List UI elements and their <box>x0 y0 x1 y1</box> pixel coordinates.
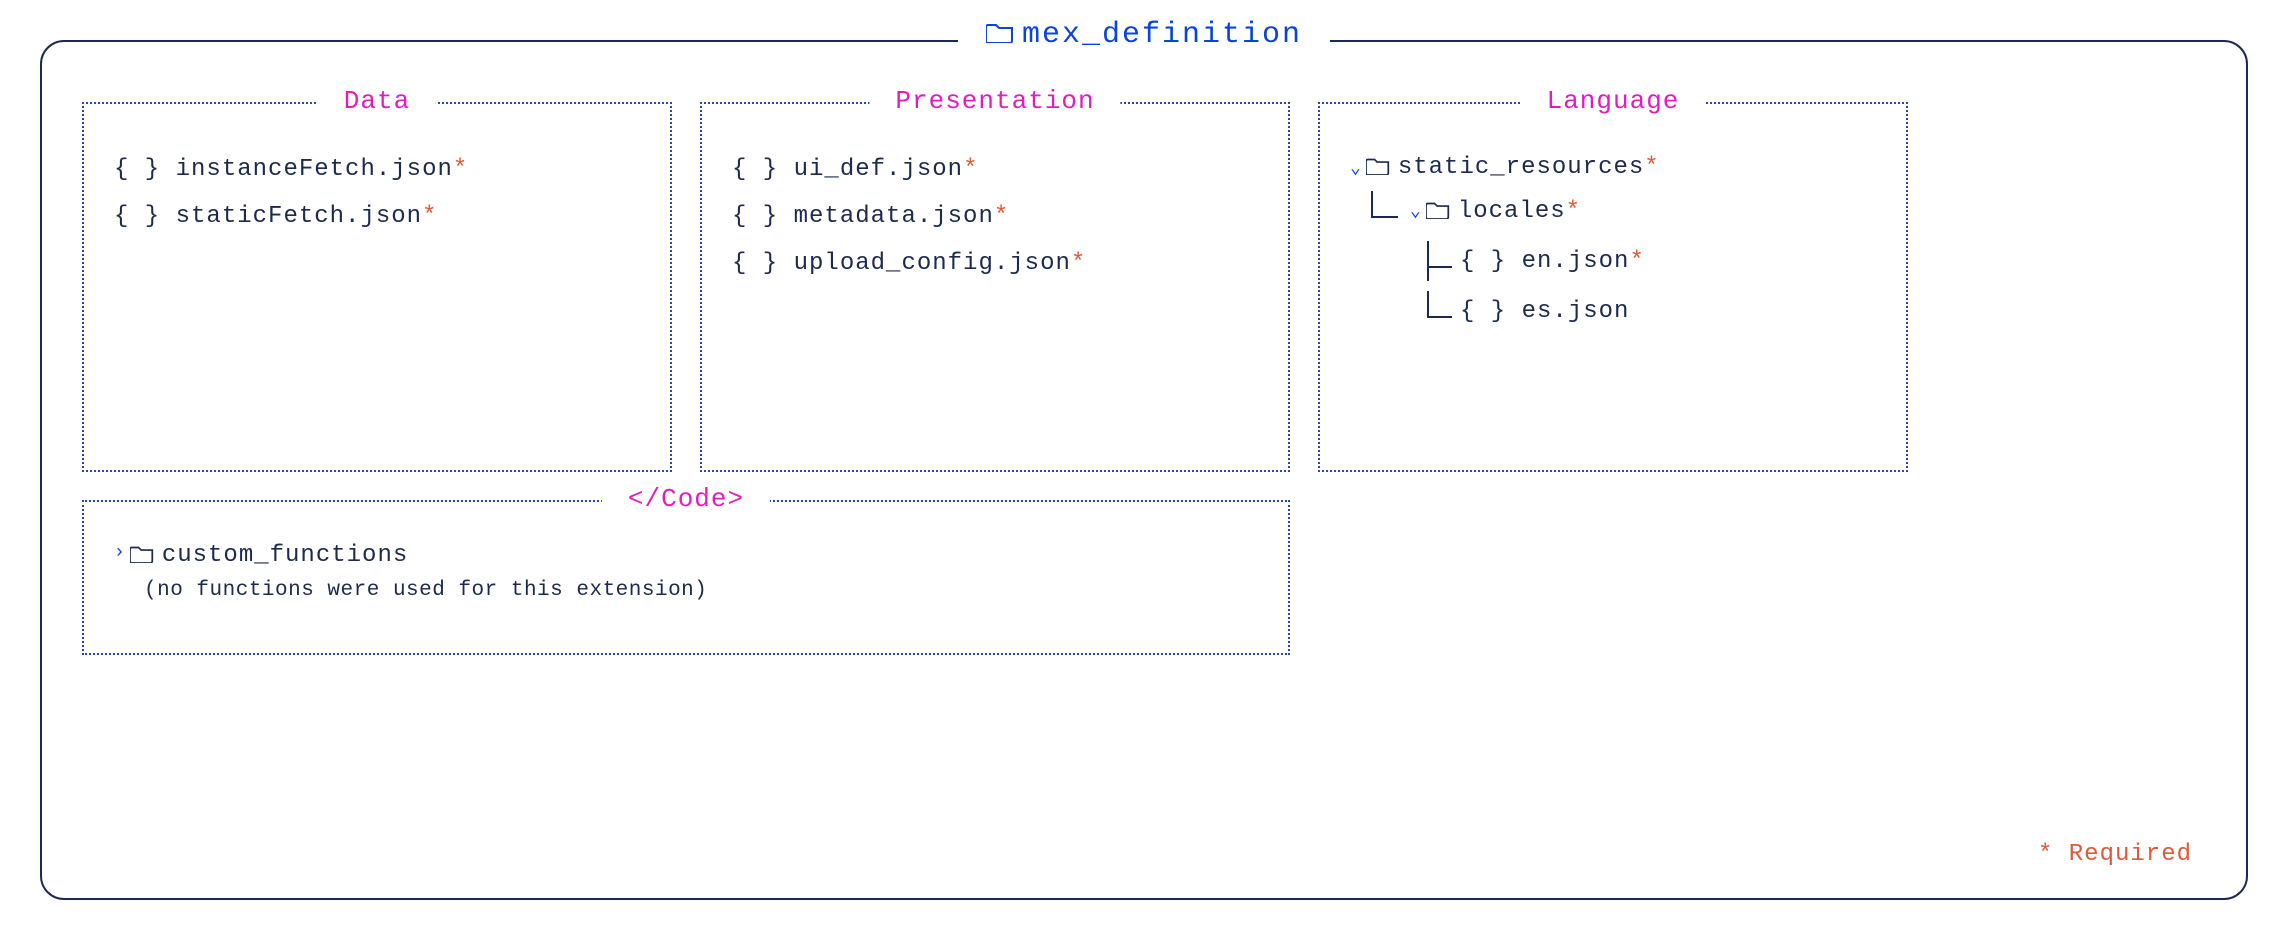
root-folder-title: mex_definition <box>958 18 1330 52</box>
data-panel: Data { } instanceFetch.json* { } staticF… <box>82 102 672 472</box>
file-item: { } ui_def.json* <box>732 156 1258 183</box>
file-label: metadata.json <box>794 203 994 230</box>
tree-folder-label: locales <box>1458 198 1566 225</box>
folder-icon <box>1426 200 1450 219</box>
required-marker: * <box>963 156 978 183</box>
folder-icon <box>130 544 154 563</box>
tree-connector <box>1410 241 1460 281</box>
tree-folder-row: ⌄ static_resources* <box>1350 154 1876 181</box>
required-marker: * <box>1644 154 1659 181</box>
required-marker: * <box>1071 250 1086 277</box>
json-braces-icon: { } <box>732 156 778 183</box>
tree-file-row: { } es.json <box>1350 291 1876 331</box>
json-braces-icon: { } <box>732 203 778 230</box>
file-label: upload_config.json <box>794 250 1071 277</box>
root-folder-panel: mex_definition Data { } instanceFetch.js… <box>40 40 2248 900</box>
file-item: { } metadata.json* <box>732 203 1258 230</box>
chevron-down-icon: ⌄ <box>1350 157 1362 179</box>
tree-connector <box>1410 291 1460 331</box>
language-panel-title: Language <box>1521 86 1706 116</box>
tree-folder-row: › custom_functions <box>114 542 1258 569</box>
file-label: instanceFetch.json <box>176 156 453 183</box>
file-item: { } instanceFetch.json* <box>114 156 640 183</box>
json-braces-icon: { } <box>114 156 160 183</box>
presentation-panel: Presentation { } ui_def.json* { } metada… <box>700 102 1290 472</box>
file-item: { } upload_config.json* <box>732 250 1258 277</box>
code-folder-label: custom_functions <box>162 542 408 569</box>
json-braces-icon: { } <box>1460 298 1506 325</box>
tree-file-label: en.json <box>1522 248 1630 275</box>
tree-connector <box>1350 191 1410 231</box>
file-item: { } staticFetch.json* <box>114 203 640 230</box>
root-folder-label: mex_definition <box>1022 18 1302 52</box>
file-label: staticFetch.json <box>176 203 422 230</box>
json-braces-icon: { } <box>114 203 160 230</box>
required-marker: * <box>994 203 1009 230</box>
tree-file-label: es.json <box>1522 298 1630 325</box>
tree-folder-row: ⌄ locales* <box>1350 191 1876 231</box>
tree-folder-label: static_resources <box>1398 154 1644 181</box>
chevron-right-icon: › <box>114 543 126 563</box>
json-braces-icon: { } <box>1460 248 1506 275</box>
folder-icon <box>1366 156 1390 175</box>
required-legend: * Required <box>2038 841 2192 868</box>
code-panel: </Code> › custom_functions (no functions… <box>82 500 1290 655</box>
required-marker: * <box>1566 198 1581 225</box>
chevron-down-icon: ⌄ <box>1410 200 1422 222</box>
required-marker: * <box>1629 248 1644 275</box>
code-panel-title: </Code> <box>602 484 770 514</box>
tree-file-row: { } en.json* <box>1350 241 1876 281</box>
top-row: Data { } instanceFetch.json* { } staticF… <box>82 102 2206 472</box>
data-panel-title: Data <box>318 86 436 116</box>
language-panel: Language ⌄ static_resources* ⌄ locales* … <box>1318 102 1908 472</box>
required-marker: * <box>453 156 468 183</box>
presentation-panel-title: Presentation <box>869 86 1120 116</box>
required-marker: * <box>422 203 437 230</box>
file-label: ui_def.json <box>794 156 963 183</box>
folder-icon <box>986 21 1014 43</box>
code-empty-note: (no functions were used for this extensi… <box>144 579 1258 602</box>
json-braces-icon: { } <box>732 250 778 277</box>
